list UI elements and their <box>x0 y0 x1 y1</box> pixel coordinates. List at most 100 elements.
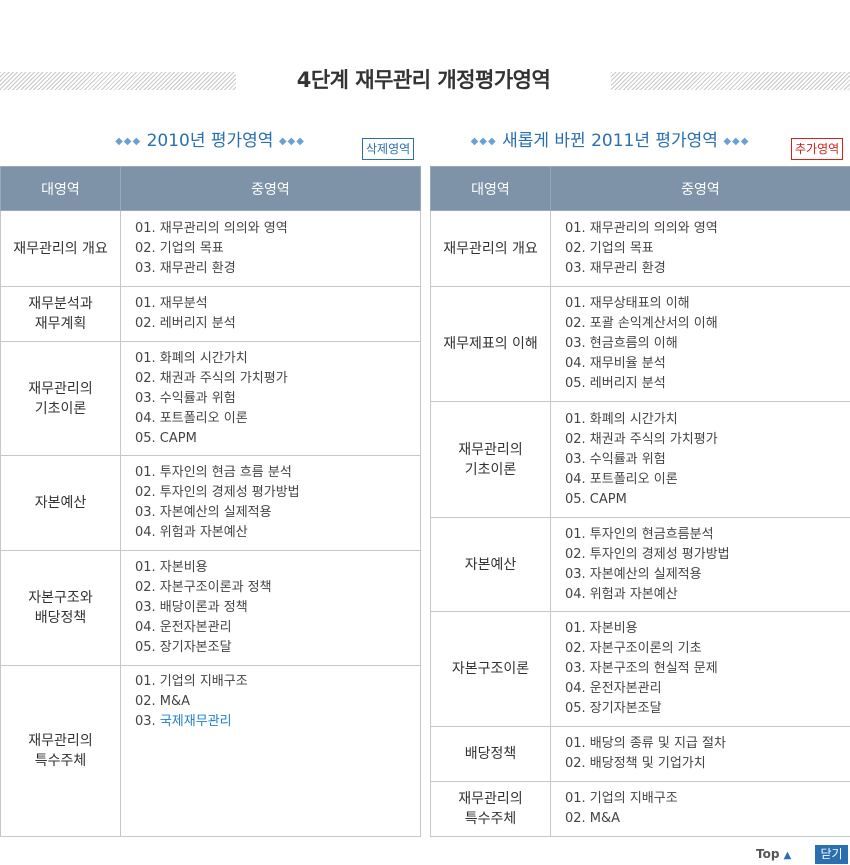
sub-area-item: 03. 수익률과 위험 <box>565 451 666 467</box>
table-2010: 대영역 중영역 재무관리의 개요 01. 재무관리의 의의와 영역 02. 기업… <box>0 166 421 837</box>
major-area-cell: 재무관리의 기초이론 <box>0 341 121 456</box>
sub-area-item: 02. 투자인의 경제성 평가방법 <box>565 546 730 562</box>
sub-area-item: 04. 운전자본관리 <box>135 620 232 635</box>
item-number: 03. <box>135 714 160 729</box>
major-area-label: 자본구조와 배당정책 <box>28 590 93 626</box>
highlighted-item-text: 국제재무관리 <box>159 714 232 729</box>
title-decoration-right <box>611 72 850 90</box>
major-area-label: 자본예산 <box>464 556 517 573</box>
major-area-cell: 재무제표의 이해 <box>430 286 551 402</box>
sub-area-item: 01. 재무상태표의 이해 <box>565 296 690 311</box>
sub-area-item: 02. 채권과 주식의 가치평가 <box>135 370 288 386</box>
diamond-icon: ◆◆◆ <box>470 136 497 147</box>
sub-area-item: 03. 자본예산의 실제적용 <box>565 566 702 582</box>
scroll-to-top-link[interactable]: Top ▲ <box>756 845 791 865</box>
sub-area-item: 01. 재무관리의 의의와 영역 <box>565 220 718 236</box>
major-area-cell: 자본구조이론 <box>430 611 551 727</box>
section-title-2010-text: 2010년 평가영역 <box>146 131 274 151</box>
sub-area-item: 01. 자본비용 <box>135 560 208 575</box>
sub-area-item: 02. M&A <box>565 811 621 826</box>
sub-area-item: 01. 기업의 지배구조 <box>135 674 248 689</box>
sub-area-item: 02. 레버리지 분석 <box>135 316 236 331</box>
sub-area-cell: 01. 자본비용 02. 자본구조이론과 정책 03. 배당이론과 정책 04.… <box>120 550 421 666</box>
sub-area-item: 01. 투자인의 현금흐름분석 <box>565 526 714 542</box>
major-area-cell: 자본예산 <box>0 455 121 551</box>
sub-area-item: 02. 자본구조이론과 정책 <box>135 580 272 595</box>
sub-area-item: 02. 기업의 목표 <box>565 240 654 256</box>
table-row: 배당정책 01. 배당의 종류 및 지급 절차 02. 배당정책 및 기업가치 <box>430 726 850 782</box>
table-row: 재무관리의 기초이론 01. 화폐의 시간가치 02. 채권과 주식의 가치평가… <box>430 401 850 518</box>
sub-area-item: 01. 재무분석 <box>135 296 208 311</box>
sub-area-item: 03. 자본예산의 실제적용 <box>135 505 272 520</box>
close-button[interactable]: 닫기 <box>815 845 848 864</box>
sub-area-cell: 01. 기업의 지배구조 02. M&A 03. 국제재무관리 <box>120 665 421 837</box>
major-area-cell: 자본예산 <box>430 517 551 612</box>
table-2011: 대영역 중영역 재무관리의 개요 01. 재무관리의 의의와 영역 02. 기업… <box>430 166 850 837</box>
sub-area-item: 04. 운전자본관리 <box>565 681 662 696</box>
table-row: 자본예산 01. 투자인의 현금 흐름 분석 02. 투자인의 경제성 평가방법… <box>0 455 421 551</box>
sub-area-item: 04. 포트폴리오 이론 <box>565 471 678 487</box>
sub-area-item: 02. 포괄 손익계산서의 이해 <box>565 316 718 331</box>
column-header-major: 대영역 <box>430 166 551 211</box>
major-area-cell: 자본구조와 배당정책 <box>0 550 121 666</box>
sub-area-item: 03. 현금흐름의 이해 <box>565 336 678 351</box>
table-row: 재무관리의 특수주체 01. 기업의 지배구조 02. M&A <box>430 781 850 837</box>
major-area-cell: 배당정책 <box>430 726 551 782</box>
sub-area-item-deleted: 03. 국제재무관리 <box>135 712 420 732</box>
major-area-cell: 재무관리의 특수주체 <box>0 665 121 837</box>
sub-area-item: 01. 자본비용 <box>565 621 638 636</box>
sub-area-item: 03. 배당이론과 정책 <box>135 600 248 615</box>
section-title-2011: ◆◆◆ 새롭게 바뀐 2011년 평가영역 ◆◆◆ <box>430 128 790 154</box>
sub-area-item: 01. 화폐의 시간가치 <box>565 411 678 427</box>
sub-area-cell: 01. 배당의 종류 및 지급 절차 02. 배당정책 및 기업가치 <box>550 726 850 782</box>
sub-area-item: 01. 기업의 지배구조 <box>565 791 678 806</box>
table-row: 자본예산 01. 투자인의 현금흐름분석 02. 투자인의 경제성 평가방법 0… <box>430 517 850 612</box>
major-area-label: 재무관리의 개요 <box>13 240 108 257</box>
sub-area-item: 05. CAPM <box>135 430 197 446</box>
major-area-label: 재무제표의 이해 <box>443 336 538 352</box>
triangle-up-icon: ▲ <box>783 850 792 861</box>
sub-area-item: 04. 재무비율 분석 <box>565 356 666 371</box>
major-area-label: 재무관리의 특수주체 <box>28 733 93 769</box>
sub-area-item: 01. 투자인의 현금 흐름 분석 <box>135 465 292 480</box>
sub-area-item: 03. 재무관리 환경 <box>565 260 666 276</box>
major-area-label: 배당정책 <box>464 746 517 762</box>
sub-area-item: 03. 재무관리 환경 <box>135 260 236 276</box>
sub-area-cell: 01. 화폐의 시간가치 02. 채권과 주식의 가치평가 03. 수익률과 위… <box>120 341 421 456</box>
sub-area-item: 02. 자본구조이론의 기초 <box>565 641 702 656</box>
sub-area-cell: 01. 투자인의 현금 흐름 분석 02. 투자인의 경제성 평가방법 03. … <box>120 455 421 551</box>
sub-area-item: 03. 자본구조의 현실적 문제 <box>565 661 718 676</box>
major-area-cell: 재무관리의 기초이론 <box>430 401 551 518</box>
major-area-cell: 재무관리의 개요 <box>430 210 551 287</box>
sub-area-item: 04. 위험과 자본예산 <box>135 525 248 540</box>
added-area-badge: 추가영역 <box>791 138 844 160</box>
sub-area-cell: 01. 재무분석 02. 레버리지 분석 <box>120 286 421 342</box>
sub-area-item: 01. 배당의 종류 및 지급 절차 <box>565 736 726 751</box>
sub-area-item: 01. 재무관리의 의의와 영역 <box>135 220 288 236</box>
sub-area-item: 05. 장기자본조달 <box>135 640 232 655</box>
major-area-label: 재무관리의 특수주체 <box>458 791 523 827</box>
sub-area-cell: 01. 자본비용 02. 자본구조이론의 기초 03. 자본구조의 현실적 문제… <box>550 611 850 727</box>
sub-area-item: 02. 투자인의 경제성 평가방법 <box>135 485 300 500</box>
sub-area-item: 05. 레버리지 분석 <box>565 376 666 391</box>
sub-area-item: 03. 수익률과 위험 <box>135 390 236 406</box>
sub-area-item: 05. 장기자본조달 <box>565 701 662 716</box>
sub-area-cell: 01. 기업의 지배구조 02. M&A <box>550 781 850 837</box>
major-area-label: 자본구조이론 <box>451 661 530 677</box>
sub-area-cell: 01. 투자인의 현금흐름분석 02. 투자인의 경제성 평가방법 03. 자본… <box>550 517 850 612</box>
table-row: 재무관리의 개요 01. 재무관리의 의의와 영역 02. 기업의 목표 03.… <box>430 210 850 287</box>
major-area-cell: 재무관리의 개요 <box>0 210 121 287</box>
table-row: 재무관리의 기초이론 01. 화폐의 시간가치 02. 채권과 주식의 가치평가… <box>0 341 421 456</box>
sub-area-item: 04. 포트폴리오 이론 <box>135 410 248 426</box>
sub-area-cell: 01. 재무상태표의 이해 02. 포괄 손익계산서의 이해 03. 현금흐름의… <box>550 286 850 402</box>
table-row: 재무제표의 이해 01. 재무상태표의 이해 02. 포괄 손익계산서의 이해 … <box>430 286 850 402</box>
sub-area-cell: 01. 화폐의 시간가치 02. 채권과 주식의 가치평가 03. 수익률과 위… <box>550 401 850 518</box>
sub-area-item: 01. 화폐의 시간가치 <box>135 350 248 366</box>
sub-area-item: 02. 채권과 주식의 가치평가 <box>565 431 718 447</box>
major-area-cell: 재무관리의 특수주체 <box>430 781 551 837</box>
major-area-label: 자본예산 <box>34 495 87 511</box>
title-decoration-left <box>0 72 236 90</box>
sub-area-cell: 01. 재무관리의 의의와 영역 02. 기업의 목표 03. 재무관리 환경 <box>550 210 850 287</box>
deleted-area-badge: 삭제영역 <box>362 138 415 160</box>
column-header-sub: 중영역 <box>550 166 850 211</box>
